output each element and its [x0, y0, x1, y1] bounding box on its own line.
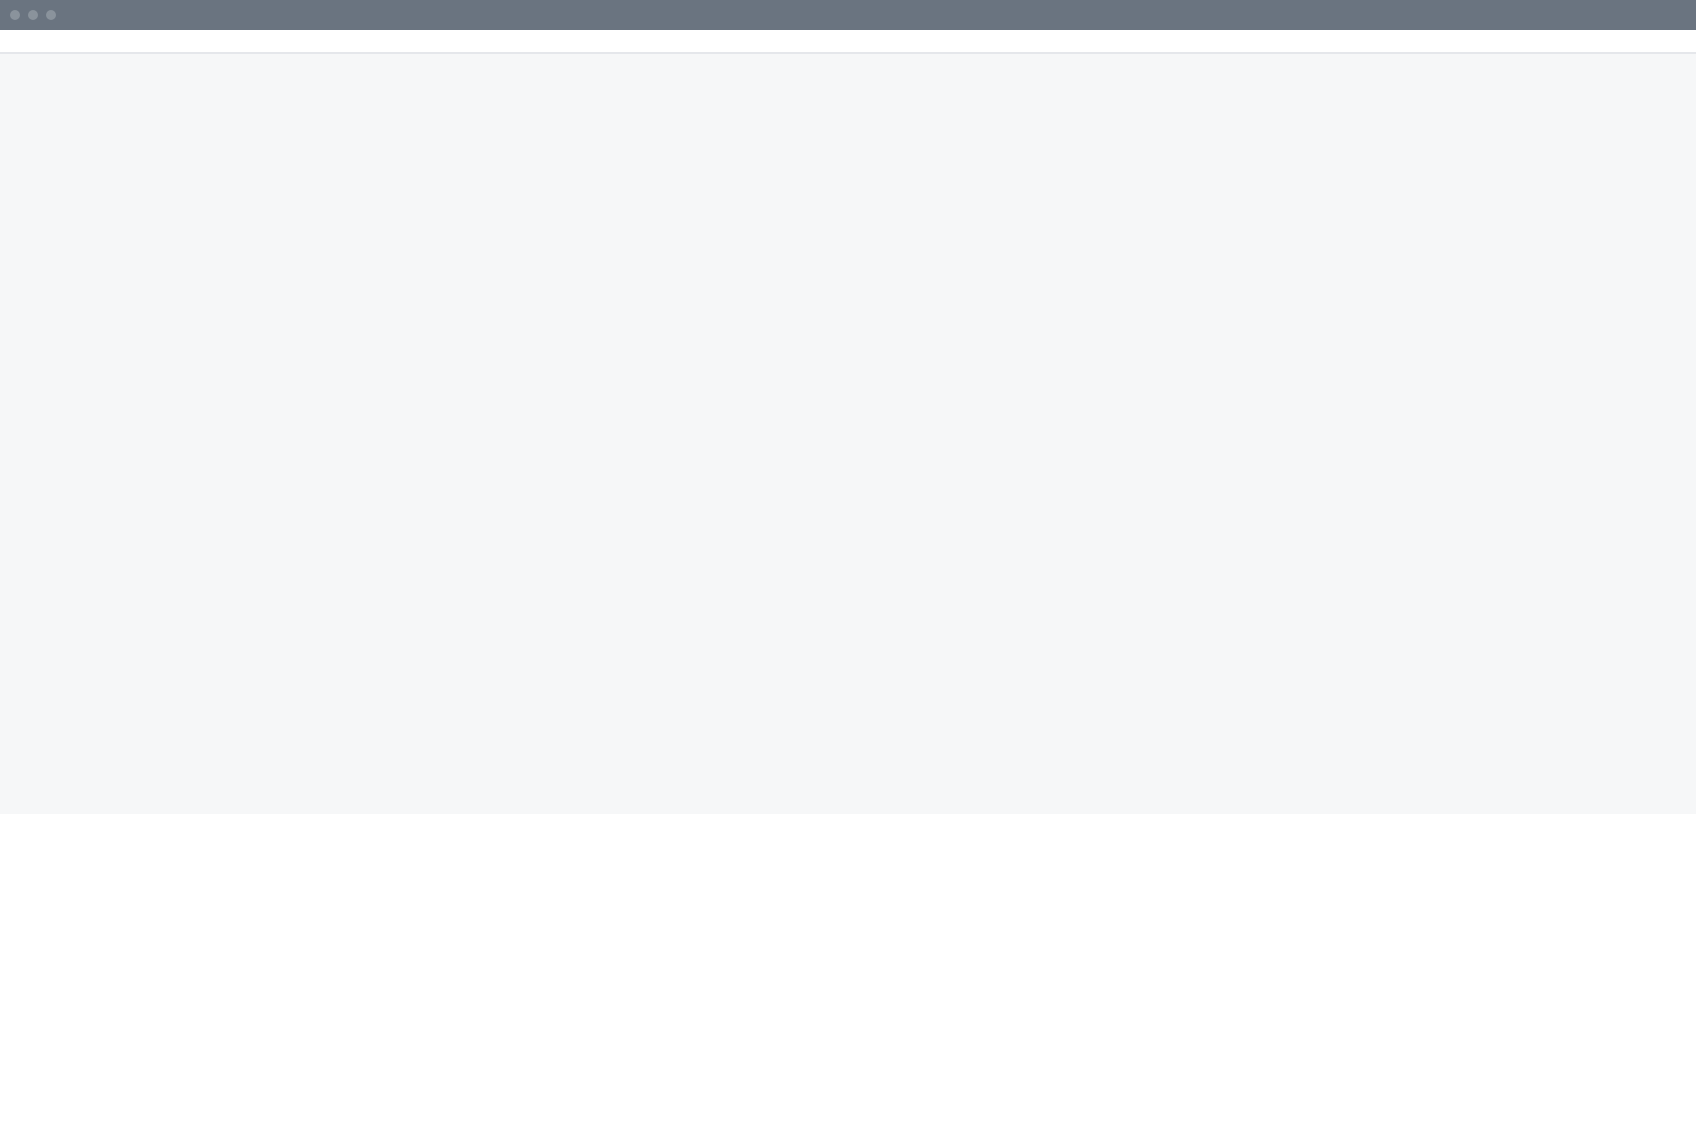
- timeline-view: [0, 53, 1696, 814]
- project-header: [0, 30, 1696, 53]
- traffic-light-dot: [28, 10, 38, 20]
- traffic-light-dot: [46, 10, 56, 20]
- timeline-canvas[interactable]: [0, 54, 1696, 814]
- gridlines: [0, 54, 1696, 814]
- date-header: [0, 53, 1696, 54]
- window-chrome: [0, 0, 1696, 30]
- traffic-light-dot: [10, 10, 20, 20]
